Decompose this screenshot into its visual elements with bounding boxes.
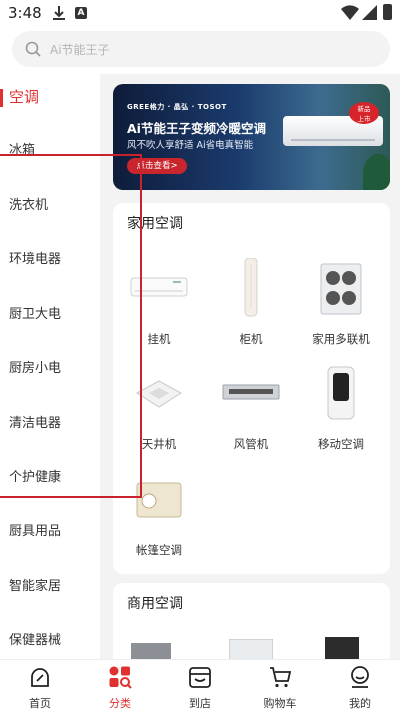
ducted-ac-icon: [222, 384, 280, 400]
tab-store[interactable]: 到店: [160, 660, 240, 711]
product-portable-ac[interactable]: 移动空调: [299, 363, 383, 453]
category-label: 空调: [9, 88, 40, 106]
active-indicator: [0, 89, 3, 107]
a-badge-icon: A: [75, 7, 87, 19]
product-label: 柜机: [239, 332, 263, 346]
product-label: 家用多联机: [312, 332, 370, 346]
tab-profile[interactable]: 我的: [320, 660, 400, 711]
product-label: 帐篷空调: [136, 543, 182, 557]
battery-icon: [383, 4, 392, 20]
tab-home[interactable]: 首页: [0, 660, 80, 711]
new-product-badge: 新品 上市: [349, 102, 379, 124]
banner-ac-vent: [291, 139, 375, 141]
category-item-cookware[interactable]: 厨具用品: [0, 512, 100, 552]
home-icon: [31, 668, 49, 687]
product-multi-split-ac[interactable]: 家用多联机: [299, 258, 383, 348]
product-floor-standing-ac[interactable]: 柜机: [209, 258, 293, 348]
banner-brand: GREE格力 · 晶弘 · TOSOT: [127, 103, 227, 111]
home-ac-card: 家用空调 挂机 柜机 家用多联机 天井机 风管机 移动空调 帐篷空调: [113, 203, 390, 574]
store-icon: [189, 667, 211, 688]
product-label: 风管机: [233, 437, 269, 451]
search-icon: [25, 41, 41, 57]
product-label: 移动空调: [318, 437, 364, 451]
category-item-ac[interactable]: 空调: [0, 77, 100, 117]
highlight-box: [0, 154, 142, 498]
bottom-navigation: 首页 分类 到店 购物车 我的: [0, 659, 400, 711]
product-ducted-ac[interactable]: 风管机: [209, 363, 293, 453]
tab-label: 我的: [349, 697, 371, 710]
tab-cart[interactable]: 购物车: [240, 660, 320, 711]
category-label: 保健器械: [9, 633, 62, 648]
banner-title: Ai节能王子变频冷暖空调: [127, 121, 266, 136]
tab-label: 首页: [29, 697, 51, 710]
status-bar: 3:48 A: [0, 0, 400, 28]
banner-subtitle: 风不吹人享舒适 Ai省电真智能: [127, 140, 254, 151]
promo-banner[interactable]: GREE格力 · 晶弘 · TOSOT Ai节能王子变频冷暖空调 风不吹人享舒适…: [113, 84, 390, 190]
tab-label: 到店: [189, 697, 211, 710]
download-icon: [53, 6, 65, 20]
tab-label: 购物车: [263, 697, 297, 710]
search-bar: Ai节能王子: [0, 28, 400, 74]
signal-icon: [362, 5, 377, 20]
profile-icon: [351, 666, 369, 688]
category-label: 智能家居: [9, 579, 62, 594]
category-icon: [109, 666, 132, 689]
category-item-smart-home[interactable]: 智能家居: [0, 567, 100, 607]
banner-plant-decoration: [363, 154, 390, 190]
floor-standing-ac-icon: [244, 258, 258, 317]
section-title: 商用空调: [127, 596, 183, 612]
search-input[interactable]: Ai节能王子: [12, 31, 390, 67]
status-time: 3:48: [8, 4, 42, 22]
cart-icon: [270, 667, 292, 688]
category-label: 厨具用品: [9, 524, 62, 539]
wifi-icon: [341, 5, 359, 20]
portable-ac-icon: [327, 366, 355, 420]
tab-category[interactable]: 分类: [80, 660, 160, 711]
badge-line-1: 新品: [357, 105, 371, 113]
badge-line-2: 上市: [357, 115, 371, 123]
category-item-health-devices[interactable]: 保健器械: [0, 621, 100, 659]
multi-split-outdoor-unit-icon: [320, 263, 362, 315]
tab-label: 分类: [109, 697, 131, 710]
search-placeholder: Ai节能王子: [50, 43, 110, 57]
